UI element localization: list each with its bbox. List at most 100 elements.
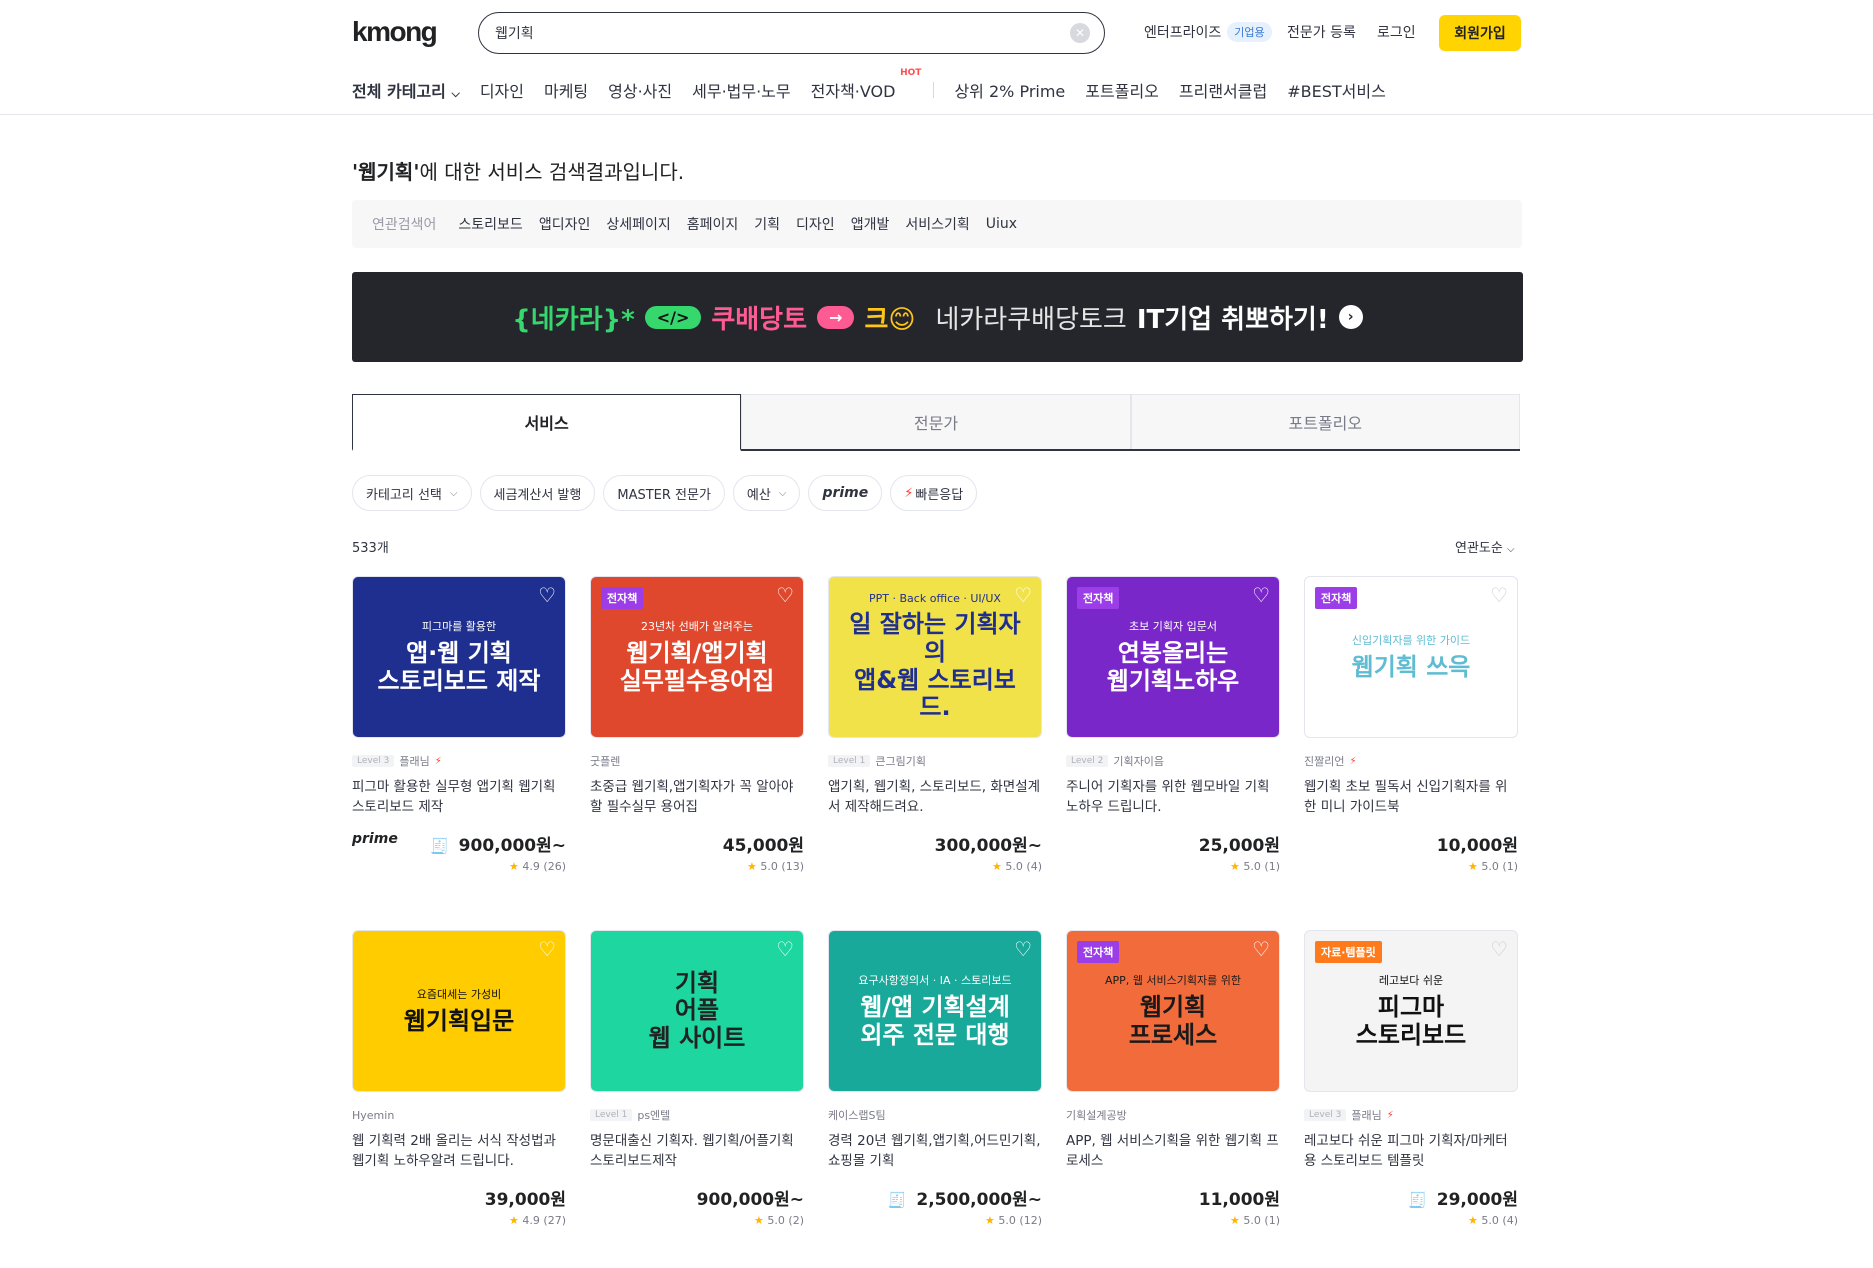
service-thumbnail[interactable]: 요구사항정의서 · IA · 스토리보드 웹/앱 기획설계 외주 전문 대행 ♡	[828, 930, 1042, 1092]
service-title[interactable]: 명문대출신 기획자. 웹기획/어플기획 스토리보드제작	[590, 1131, 804, 1171]
rating-value: 4.9	[522, 1214, 540, 1227]
service-title[interactable]: 초중급 웹기획,앱기획자가 꼭 알아야 할 필수실무 용어집	[590, 777, 804, 817]
nav-freelancer-club[interactable]: 프리랜서클럽	[1179, 78, 1267, 102]
seller-name[interactable]: 기획자이음	[1113, 753, 1164, 769]
category-design[interactable]: 디자인	[480, 78, 524, 102]
service-title[interactable]: 앱기획, 웹기획, 스토리보드, 화면설계서 제작해드려요.	[828, 777, 1042, 817]
category-marketing[interactable]: 마케팅	[544, 78, 588, 102]
seller-name[interactable]: 플래님	[1351, 1107, 1381, 1123]
service-card[interactable]: PPT · Back office · UI/UX 일 잘하는 기획자의 앱&웹…	[828, 576, 1042, 873]
tab-experts[interactable]: 전문가	[741, 394, 1131, 449]
star-icon: ★	[754, 1214, 764, 1227]
service-card[interactable]: 레고보다 쉬운 피그마 스토리보드 자료·템플릿 ♡ Level 3 플래님 ⚡…	[1304, 930, 1518, 1227]
enterprise-link[interactable]: 엔터프라이즈 기업용	[1144, 22, 1272, 42]
star-icon: ★	[1230, 860, 1240, 873]
heart-icon[interactable]: ♡	[538, 585, 556, 605]
heart-icon[interactable]: ♡	[1014, 939, 1032, 959]
service-card[interactable]: 신입기획자를 위한 가이드 웹기획 쓰윽 전자책 ♡ 진짤리언 ⚡ 웹기획 초보…	[1304, 576, 1518, 873]
signup-button[interactable]: 회원가입	[1439, 15, 1521, 51]
clear-search-icon[interactable]: ✕	[1070, 23, 1090, 43]
service-thumbnail[interactable]: APP, 웹 서비스기획자를 위한 웹기획 프로세스 전자책 ♡	[1066, 930, 1280, 1092]
service-title[interactable]: 웹 기획력 2배 올리는 서식 작성법과 웹기획 노하우알려 드립니다.	[352, 1131, 566, 1171]
category-video-photo[interactable]: 영상·사진	[608, 78, 672, 102]
login-link[interactable]: 로그인	[1377, 22, 1416, 42]
heart-icon[interactable]: ♡	[1252, 585, 1270, 605]
related-keyword[interactable]: 홈페이지	[687, 214, 739, 234]
service-title[interactable]: 레고보다 쉬운 피그마 기획자/마케터용 스토리보드 템플릿	[1304, 1131, 1518, 1171]
review-count: (1)	[1264, 1214, 1280, 1227]
service-card[interactable]: 요구사항정의서 · IA · 스토리보드 웹/앱 기획설계 외주 전문 대행 ♡…	[828, 930, 1042, 1227]
service-card[interactable]: 초보 기획자 입문서 연봉올리는 웹기획노하우 전자책 ♡ Level 2 기획…	[1066, 576, 1280, 873]
fast-response-filter[interactable]: ⚡ 빠른응답	[890, 475, 978, 511]
heart-icon[interactable]: ♡	[1490, 939, 1508, 959]
tax-invoice-filter[interactable]: 세금계산서 발행	[479, 475, 596, 511]
prime-filter[interactable]: prime	[808, 475, 883, 511]
service-title[interactable]: APP, 웹 서비스기획을 위한 웹기획 프로세스	[1066, 1131, 1280, 1171]
service-thumbnail[interactable]: 신입기획자를 위한 가이드 웹기획 쓰윽 전자책 ♡	[1304, 576, 1518, 738]
service-thumbnail[interactable]: 23년차 선배가 알려주는 웹기획/앱기획 실무필수용어집 전자책 ♡	[590, 576, 804, 738]
seller-name[interactable]: 케이스랩S팀	[828, 1107, 886, 1123]
seller-name[interactable]: ps엔텔	[637, 1107, 670, 1123]
related-keyword[interactable]: 스토리보드	[458, 214, 522, 234]
expert-register-link[interactable]: 전문가 등록	[1287, 22, 1356, 42]
seller-name[interactable]: 굿플렌	[590, 753, 620, 769]
tab-portfolio[interactable]: 포트폴리오	[1130, 394, 1520, 449]
heart-icon[interactable]: ♡	[776, 585, 794, 605]
related-keyword[interactable]: 기획	[754, 214, 780, 234]
seller-name[interactable]: 플래님	[399, 753, 429, 769]
search-input[interactable]: 웹기획	[495, 23, 1070, 43]
heart-icon[interactable]: ♡	[1014, 585, 1032, 605]
service-title[interactable]: 경력 20년 웹기획,앱기획,어드민기획, 쇼핑몰 기획	[828, 1131, 1042, 1171]
service-card[interactable]: 기획 어플 웹 사이트 ♡ Level 1 ps엔텔 명문대출신 기획자. 웹기…	[590, 930, 804, 1227]
service-card[interactable]: 23년차 선배가 알려주는 웹기획/앱기획 실무필수용어집 전자책 ♡ 굿플렌 …	[590, 576, 804, 873]
nav-best-service[interactable]: #BEST서비스	[1287, 78, 1386, 102]
heart-icon[interactable]: ♡	[1490, 585, 1508, 605]
ebook-vod-label: 전자책·VOD	[810, 82, 896, 101]
price-value: 39,000원	[484, 1190, 566, 1210]
related-keyword[interactable]: 앱디자인	[539, 214, 591, 234]
service-thumbnail[interactable]: PPT · Back office · UI/UX 일 잘하는 기획자의 앱&웹…	[828, 576, 1042, 738]
related-keyword[interactable]: Uiux	[986, 216, 1017, 232]
result-tabs: 서비스 전문가 포트폴리오	[352, 394, 1520, 451]
heart-icon[interactable]: ♡	[538, 939, 556, 959]
service-card[interactable]: 요즘대세는 가성비 웹기획입문 ♡ Hyemin 웹 기획력 2배 올리는 서식…	[352, 930, 566, 1227]
service-thumbnail[interactable]: 요즘대세는 가성비 웹기획입문 ♡	[352, 930, 566, 1092]
service-thumbnail[interactable]: 피그마를 활용한 앱·웹 기획 스토리보드 제작 ♡	[352, 576, 566, 738]
heart-icon[interactable]: ♡	[776, 939, 794, 959]
heart-icon[interactable]: ♡	[1252, 939, 1270, 959]
related-keyword[interactable]: 디자인	[796, 214, 835, 234]
nav-prime[interactable]: 상위 2% Prime	[954, 78, 1065, 102]
thumbnail-subtitle: 피그마를 활용한	[421, 620, 497, 634]
star-icon: ★	[1468, 1214, 1478, 1227]
related-keyword[interactable]: 서비스기획	[905, 214, 969, 234]
seller-name[interactable]: 진짤리언	[1304, 753, 1344, 769]
star-icon: ★	[509, 1214, 519, 1227]
master-expert-filter[interactable]: MASTER 전문가	[603, 475, 725, 511]
all-categories-menu[interactable]: 전체 카테고리 ⌵	[352, 78, 460, 102]
category-tax-law[interactable]: 세무·법무·노무	[692, 78, 791, 102]
tab-services[interactable]: 서비스	[352, 394, 742, 451]
service-card[interactable]: APP, 웹 서비스기획자를 위한 웹기획 프로세스 전자책 ♡ 기획설계공방 …	[1066, 930, 1280, 1227]
service-title[interactable]: 피그마 활용한 실무형 앱기획 웹기획 스토리보드 제작	[352, 777, 566, 817]
related-keyword[interactable]: 앱개발	[851, 214, 890, 234]
search-bar[interactable]: 웹기획 ✕	[478, 12, 1105, 54]
chevron-down-icon: ⌵	[451, 87, 460, 100]
seller-name[interactable]: Hyemin	[352, 1109, 394, 1122]
service-title[interactable]: 웹기획 초보 필독서 신입기획자를 위한 미니 가이드북	[1304, 777, 1518, 817]
budget-filter[interactable]: 예산 ⌵	[732, 475, 801, 511]
seller-name[interactable]: 기획설계공방	[1066, 1107, 1127, 1123]
nav-portfolio[interactable]: 포트폴리오	[1085, 78, 1159, 102]
sort-dropdown[interactable]: 연관도순 ⌵	[1455, 537, 1515, 556]
kmong-logo[interactable]: kmong	[352, 16, 438, 48]
related-keyword[interactable]: 상세페이지	[606, 214, 670, 234]
seller-name[interactable]: 큰그림기획	[875, 753, 926, 769]
promo-banner[interactable]: {네카라}* </> 쿠배당토 → 크😊 네카라쿠배당토크 IT기업 취뽀하기!…	[352, 272, 1523, 362]
category-ebook-vod[interactable]: 전자책·VOD HOT	[810, 68, 922, 102]
service-thumbnail[interactable]: 기획 어플 웹 사이트 ♡	[590, 930, 804, 1092]
service-thumbnail[interactable]: 초보 기획자 입문서 연봉올리는 웹기획노하우 전자책 ♡	[1066, 576, 1280, 738]
service-thumbnail[interactable]: 레고보다 쉬운 피그마 스토리보드 자료·템플릿 ♡	[1304, 930, 1518, 1092]
service-card[interactable]: 피그마를 활용한 앱·웹 기획 스토리보드 제작 ♡ Level 3 플래님 ⚡…	[352, 576, 566, 873]
review-count: (2)	[788, 1214, 804, 1227]
category-filter[interactable]: 카테고리 선택 ⌵	[352, 475, 472, 511]
service-title[interactable]: 주니어 기획자를 위한 웹모바일 기획 노하우 드립니다.	[1066, 777, 1280, 817]
